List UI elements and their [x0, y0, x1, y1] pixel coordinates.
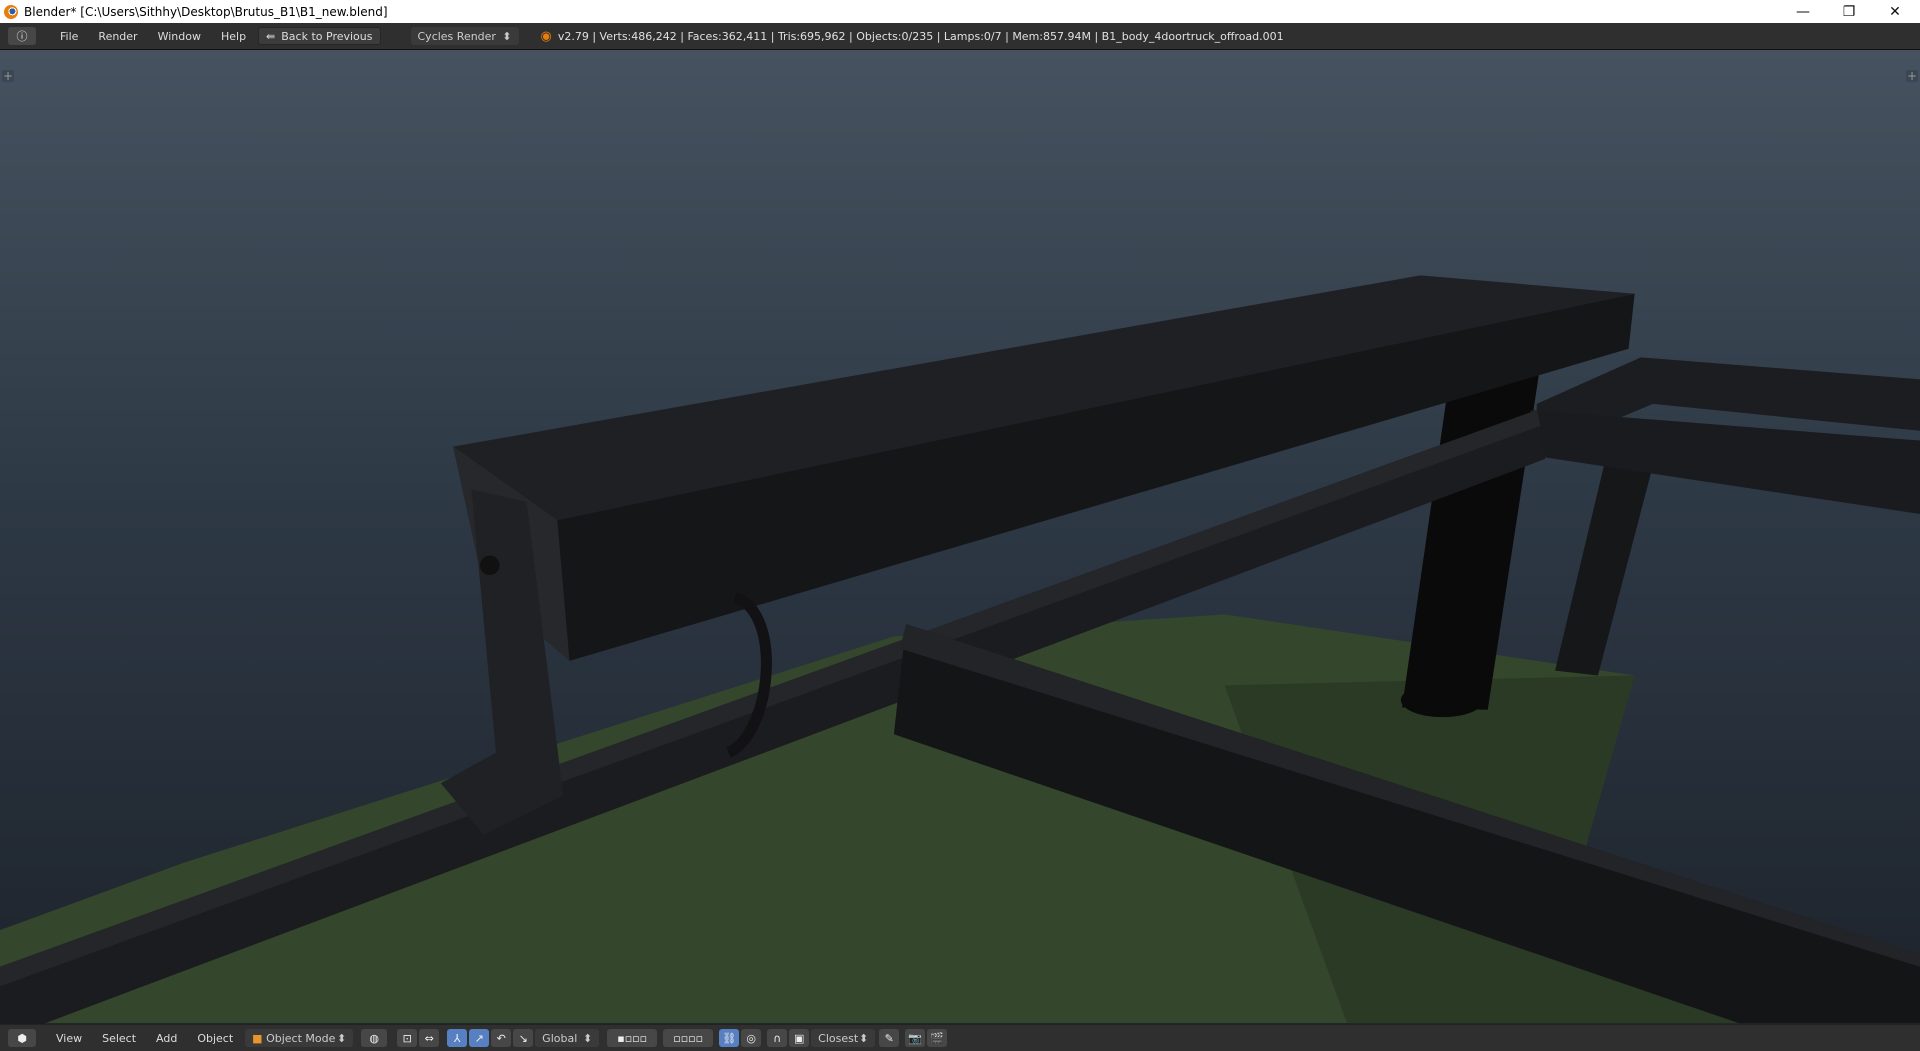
mode-select[interactable]: ■ Object Mode ⬍ [245, 1029, 354, 1047]
title-bar: Blender* [C:\Users\Sithhy\Desktop\Brutus… [0, 0, 1920, 23]
menu-render[interactable]: Render [88, 30, 147, 43]
minimize-button[interactable]: — [1780, 0, 1826, 23]
blender-logo-icon: ◉ [540, 28, 552, 44]
editor-type-info-icon[interactable]: ⓘ [8, 27, 36, 45]
align-rotation-icon[interactable]: ✎ [879, 1029, 900, 1047]
3d-scene-render [0, 275, 1920, 1041]
blender-logo-icon [4, 4, 18, 19]
transform-orientation-select[interactable]: Global ⬍ [535, 1029, 600, 1047]
bracket-bolt [480, 555, 500, 576]
object-cube-icon: ■ [252, 1031, 263, 1045]
back-to-previous-button[interactable]: ⇚ Back to Previous [258, 27, 381, 45]
proportional-edit-icon[interactable]: ◎ [741, 1029, 762, 1047]
window-title: Blender* [C:\Users\Sithhy\Desktop\Brutus… [24, 4, 388, 19]
side-post [1555, 465, 1654, 676]
menu-add[interactable]: Add [146, 1032, 187, 1045]
menu-object[interactable]: Object [187, 1032, 243, 1045]
menu-window[interactable]: Window [148, 30, 211, 43]
snap-icon[interactable]: ∩ [767, 1029, 788, 1047]
scale-manipulator-icon[interactable]: ↘ [513, 1029, 534, 1047]
scene-stats: v2.79 | Verts:486,242 | Faces:362,411 | … [557, 29, 1284, 43]
move-manipulator-icon[interactable]: ↗ [469, 1029, 490, 1047]
close-button[interactable]: ✕ [1872, 0, 1918, 23]
right-rail [1530, 409, 1920, 514]
menu-help[interactable]: Help [211, 30, 256, 43]
info-header: ⓘ File Render Window Help ⇚ Back to Previ… [0, 23, 1920, 50]
mode-value: Object Mode [266, 1031, 336, 1045]
back-to-previous-label: Back to Previous [281, 29, 373, 43]
layers-grid-1[interactable]: ▪▫▫▫ [607, 1029, 658, 1047]
lock-layers-icon[interactable]: ⛓ [719, 1029, 740, 1047]
snap-target-select[interactable]: Closest ⬍ [811, 1029, 876, 1047]
snap-target-value: Closest [818, 1031, 859, 1045]
layers-grid-2[interactable]: ▫▫▫▫ [663, 1029, 714, 1047]
editor-type-3dview-icon[interactable]: ⬢ [8, 1029, 36, 1047]
render-engine-select[interactable]: Cycles Render ⬍ [410, 27, 519, 45]
render-animation-icon[interactable]: 🎬 [927, 1029, 948, 1047]
rear-post-base [1400, 682, 1485, 718]
back-icon: ⇚ [266, 29, 276, 43]
3d-view-header: ⬢ View Select Add Object ■ Object Mode ⬍ … [0, 1024, 1920, 1051]
viewport-shading-icon[interactable]: ◍ [361, 1029, 388, 1047]
menu-view[interactable]: View [46, 1032, 92, 1045]
menu-file[interactable]: File [50, 30, 88, 43]
manipulator-toggle-icon[interactable]: ⇔ [419, 1029, 440, 1047]
orientation-value: Global [542, 1031, 578, 1045]
restore-button[interactable]: ❐ [1826, 0, 1872, 23]
snap-element-icon[interactable]: ▣ [789, 1029, 810, 1047]
rotate-manipulator-icon[interactable]: ↶ [491, 1029, 512, 1047]
translate-manipulator-icon[interactable]: ⅄ [447, 1029, 468, 1047]
menu-select[interactable]: Select [92, 1032, 146, 1045]
render-opengl-icon[interactable]: 📷 [905, 1029, 926, 1047]
render-engine-value: Cycles Render [417, 29, 496, 43]
pivot-icon[interactable]: ⊡ [397, 1029, 418, 1047]
